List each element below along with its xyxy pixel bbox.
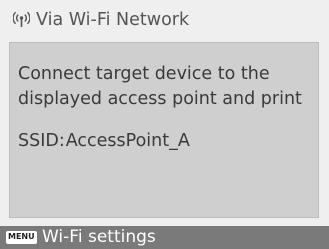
- ssid-value: AccessPoint_A: [65, 131, 190, 151]
- instruction-line-1: Connect target device to the: [18, 64, 270, 84]
- wifi-signal-icon: [12, 9, 31, 29]
- screen-title: Via Wi-Fi Network: [36, 10, 190, 30]
- menu-button-icon: MENU: [6, 231, 37, 244]
- instruction-message: Connect target device to the displayed a…: [18, 62, 318, 111]
- ssid-row: SSID:AccessPoint_A: [18, 129, 190, 153]
- camera-screen: Via Wi-Fi Network Connect target device …: [0, 0, 329, 249]
- instruction-line-2: displayed access point and print: [18, 88, 302, 109]
- screen-header: Via Wi-Fi Network: [0, 0, 329, 42]
- ssid-label: SSID:: [18, 131, 65, 151]
- wifi-settings-action[interactable]: Wi-Fi settings: [42, 225, 156, 249]
